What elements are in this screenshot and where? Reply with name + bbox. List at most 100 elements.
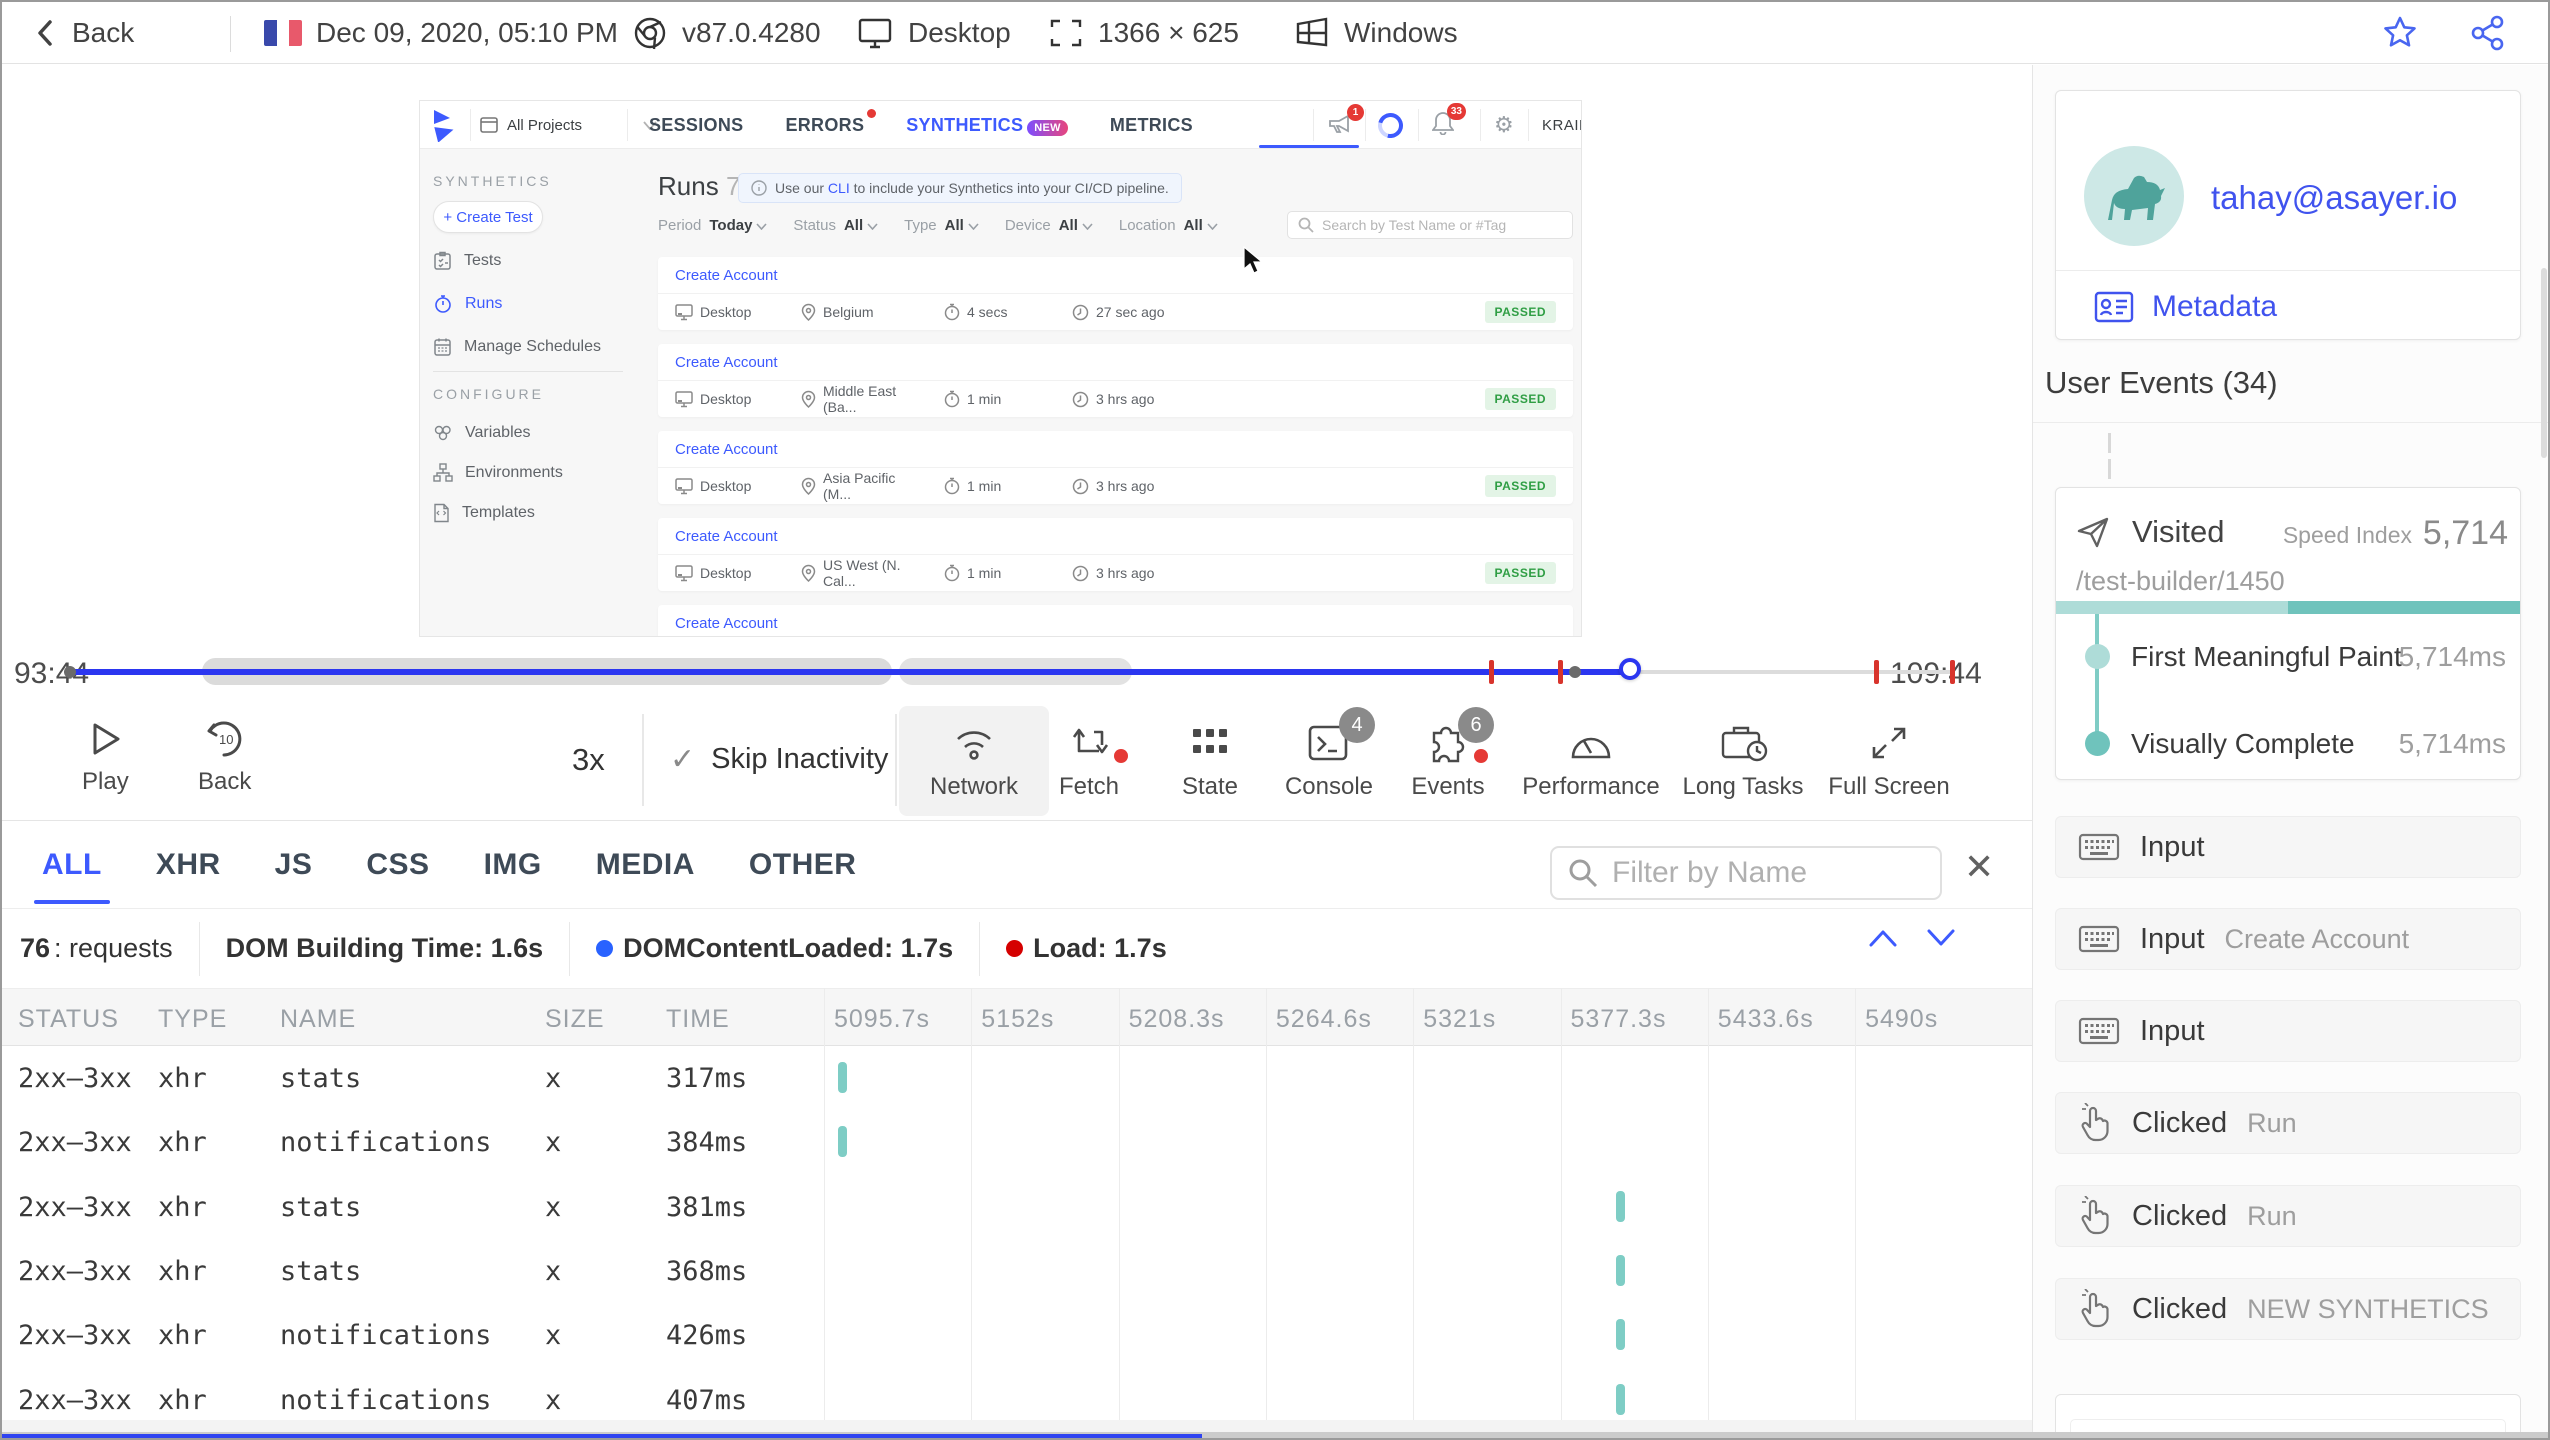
performance-icon	[1566, 721, 1616, 765]
cli-link[interactable]: CLI	[828, 180, 850, 196]
panel-toggle-performance[interactable]: Performance	[1516, 706, 1666, 816]
column-header-type[interactable]: TYPE	[158, 1005, 227, 1034]
run-pin-cell: US West (N. Cal...	[801, 557, 926, 589]
network-tab-img[interactable]: IMG	[484, 848, 542, 882]
network-tab-js[interactable]: JS	[275, 848, 313, 882]
sidebar-item-tests[interactable]: Tests	[433, 251, 501, 271]
run-card[interactable]: Create Account Desktop US West (N. Cal... 1…	[658, 518, 1573, 591]
panel-toggle-events[interactable]: 6 Events	[1373, 706, 1523, 816]
filter-status[interactable]: Status All	[793, 217, 878, 234]
tab-sessions[interactable]: SESSIONS	[649, 115, 743, 136]
run-name-link[interactable]: Create Account	[658, 257, 1573, 294]
run-card[interactable]: Create Account Desktop Asia Pacific (M... 1…	[658, 431, 1573, 504]
spinner-icon	[1373, 107, 1408, 143]
panel-toggle-fullscreen[interactable]: Full Screen	[1814, 706, 1964, 816]
player-timeline[interactable]: 93:44 109:44	[2, 642, 2032, 702]
run-name-link[interactable]: Create Account	[658, 605, 1573, 636]
back-button[interactable]: Back	[32, 2, 134, 64]
time-column-header: 5095.7s	[834, 1005, 930, 1033]
request-row[interactable]: 2xx–3xx xhr notifications x 426ms	[2, 1303, 2032, 1367]
share-button[interactable]	[2468, 2, 2508, 64]
promo-badge: 1	[1347, 104, 1364, 121]
announcements-button[interactable]: 1	[1328, 101, 1364, 149]
run-name-link[interactable]: Create Account	[658, 344, 1573, 381]
run-card[interactable]: Create AccountDesktopCanada (Central)1 m…	[658, 605, 1573, 636]
network-tab-xhr[interactable]: XHR	[156, 848, 221, 882]
tab-errors[interactable]: ERRORS	[785, 108, 877, 136]
request-row[interactable]: 2xx–3xx xhr stats x 317ms	[2, 1046, 2032, 1110]
user-menu[interactable]: KRAIEM	[1542, 101, 1581, 149]
notifications-button[interactable]: 33	[1431, 101, 1466, 149]
metric-dot-icon	[2085, 731, 2110, 756]
event-label: Input	[2140, 1014, 2205, 1047]
run-card[interactable]: Create Account Desktop Belgium 4 secs 27 sec…	[658, 257, 1573, 330]
tab-metrics[interactable]: METRICS	[1110, 115, 1193, 136]
column-header-name[interactable]: NAME	[280, 1005, 356, 1034]
click-event-card[interactable]: Clicked Run	[2055, 1185, 2521, 1247]
request-row[interactable]: 2xx–3xx xhr stats x 368ms	[2, 1239, 2032, 1303]
dom-building-time: DOM Building Time: 1.6s	[225, 933, 544, 963]
close-panel-button[interactable]: ✕	[1964, 846, 1994, 888]
jump-prev-button[interactable]	[1866, 926, 1900, 950]
sidebar-item-variables[interactable]: Variables	[433, 423, 531, 442]
run-detail-text: US West (N. Cal...	[823, 557, 901, 589]
app-header: All Projects SESSIONS ERRORS SYNTHETICS NEW…	[420, 101, 1581, 149]
runs-search-input[interactable]: Search by Test Name or #Tag	[1287, 211, 1573, 239]
input-event-card[interactable]: Input	[2055, 816, 2521, 878]
filter-type[interactable]: Type All	[904, 217, 979, 234]
tab-synthetics[interactable]: SYNTHETICS NEW	[906, 115, 1068, 136]
speed-index-value: 5,714	[2422, 514, 2508, 552]
input-event-card[interactable]: Input Create Account	[2055, 908, 2521, 970]
clock-icon	[1072, 391, 1089, 408]
network-tab-all[interactable]: ALL	[34, 848, 110, 904]
project-selector[interactable]: All Projects	[480, 101, 657, 149]
horizontal-scrollbar-thumb[interactable]	[2, 1434, 1202, 1438]
sidebar-item-label: Tests	[464, 252, 502, 269]
request-row[interactable]: 2xx–3xx xhr notifications x 384ms	[2, 1110, 2032, 1174]
sidebar-item-manage-schedules[interactable]: Manage Schedules	[433, 337, 601, 357]
run-clock-cell: 3 hrs ago	[1072, 478, 1154, 495]
click-event-card[interactable]: Clicked NEW SYNTHETICS	[2055, 1278, 2521, 1340]
sidebar-item-templates[interactable]: Templates	[433, 503, 535, 523]
column-header-size[interactable]: SIZE	[545, 1005, 605, 1034]
waterfall-bar	[1616, 1190, 1625, 1222]
favorite-button[interactable]	[2380, 2, 2420, 64]
network-filter-input[interactable]: Filter by Name	[1550, 846, 1942, 900]
speed-toggle[interactable]: 3x	[572, 742, 605, 778]
waterfall-gridline	[1265, 988, 1267, 1434]
run-name-link[interactable]: Create Account	[658, 518, 1573, 555]
sidebar-item-runs[interactable]: Runs	[433, 294, 502, 314]
network-tab-css[interactable]: CSS	[366, 848, 429, 882]
network-tab-media[interactable]: MEDIA	[596, 848, 695, 882]
panel-toggle-longtasks[interactable]: Long Tasks	[1668, 706, 1818, 816]
run-name-link[interactable]: Create Account	[658, 431, 1573, 468]
create-test-button[interactable]: + Create Test	[433, 201, 543, 233]
metadata-button[interactable]: Metadata	[2094, 290, 2277, 324]
visited-event-card[interactable]: Visited Speed Index 5,714 /test-builder/…	[2055, 487, 2521, 780]
run-card[interactable]: Create Account Desktop Middle East (Ba... 1…	[658, 344, 1573, 417]
sidebar-item-environments[interactable]: Environments	[433, 463, 563, 482]
jump-next-button[interactable]	[1924, 926, 1958, 950]
column-header-time[interactable]: TIME	[666, 1005, 730, 1034]
column-header-status[interactable]: STATUS	[18, 1005, 119, 1034]
skip-inactivity-checkbox[interactable]: ✓ Skip Inactivity	[670, 742, 888, 777]
panel-toggle-label: Network	[929, 773, 1019, 800]
click-event-card[interactable]: Clicked Run	[2055, 1092, 2521, 1154]
request-row[interactable]: 2xx–3xx xhr stats x 381ms	[2, 1175, 2032, 1239]
input-event-card[interactable]: Input	[2055, 1000, 2521, 1062]
request-status: 2xx–3xx	[18, 1255, 132, 1287]
play-button[interactable]: Play	[82, 718, 129, 796]
back-10-button[interactable]: 10 Back	[198, 718, 251, 796]
event-target: Create Account	[2224, 923, 2410, 954]
user-email-link[interactable]: tahay@asayer.io	[2211, 179, 2457, 217]
sidebar-scrollbar[interactable]	[2541, 268, 2547, 458]
navigate-icon	[2077, 517, 2109, 548]
filter-location[interactable]: Location All	[1119, 217, 1218, 234]
filter-device[interactable]: Device All	[1005, 217, 1093, 234]
filter-period[interactable]: Period Today	[658, 217, 768, 234]
settings-button[interactable]: ⚙	[1494, 101, 1514, 149]
dom-content-loaded: DOMContentLoaded: 1.7s	[623, 933, 954, 963]
playhead[interactable]	[1619, 658, 1641, 680]
network-tab-other[interactable]: OTHER	[749, 848, 857, 882]
pin-icon	[801, 477, 816, 495]
